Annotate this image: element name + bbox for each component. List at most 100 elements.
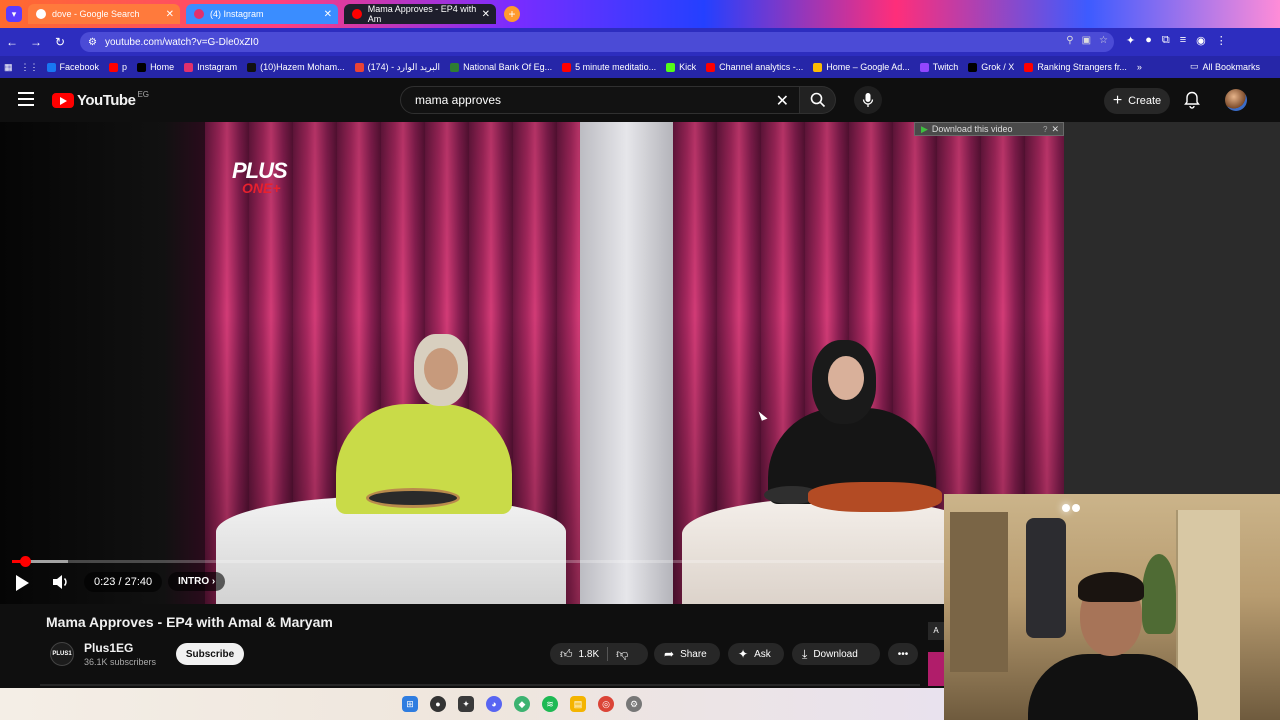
close-tab-icon[interactable]: ✕ [482, 9, 490, 20]
zoom-icon[interactable]: ⚲ [1066, 35, 1073, 46]
new-tab-button[interactable]: + [504, 6, 520, 22]
webcam-shelf [950, 512, 1008, 672]
tab-title: dove - Google Search [52, 9, 140, 19]
bookmark-star-icon[interactable]: ☆ [1099, 35, 1108, 46]
tab-instagram[interactable]: (4) Instagram ✕ [186, 4, 338, 24]
bookmark-item[interactable]: Twitch [919, 62, 958, 72]
chrome-icon[interactable]: ◎ [598, 696, 614, 712]
extension-circle-icon[interactable]: ● [1145, 34, 1152, 47]
browser-menu-icon[interactable]: ⋮ [1216, 34, 1227, 47]
close-overlay-icon[interactable]: ✕ [1051, 124, 1059, 135]
side-panel-tag[interactable]: A [928, 622, 944, 640]
bookmark-item[interactable]: Home – Google Ad... [813, 62, 910, 72]
youtube-logo[interactable]: YouTube EG [52, 90, 149, 109]
folder-icon: ▭ [1189, 61, 1199, 71]
search-button[interactable] [800, 86, 836, 114]
bookmark-item[interactable]: National Bank Of Eg... [450, 62, 552, 72]
channel-avatar[interactable]: PLUS1 [50, 642, 74, 666]
video-title: Mama Approves - EP4 with Amal & Maryam [46, 614, 333, 630]
bookmark-item[interactable]: Grok / X [968, 62, 1014, 72]
media-control-icon[interactable]: ≡ [1180, 34, 1186, 47]
url-text: youtube.com/watch?v=G-Dle0xZI0 [104, 36, 259, 48]
install-app-icon[interactable]: ▣ [1082, 35, 1091, 46]
app-green-icon[interactable]: ◆ [514, 696, 530, 712]
bookmark-item[interactable]: (10)Hazem Moham... [247, 62, 345, 72]
download-button[interactable]: ⤓ Download [792, 643, 880, 665]
profile-icon[interactable]: ◉ [1196, 34, 1206, 47]
bookmark-item[interactable]: Instagram [184, 62, 237, 72]
tab-title: Mama Approves - EP4 with Am [367, 4, 477, 24]
share-button[interactable]: ➦ Share [654, 643, 720, 665]
bookmark-item[interactable]: 5 minute meditatio... [562, 62, 656, 72]
channel-name[interactable]: Plus1EG [84, 641, 133, 655]
tab-groups-icon[interactable]: ▦ [4, 62, 13, 73]
extensions-area: ✦ ● ⧉ ≡ ◉ ⋮ [1126, 34, 1227, 47]
bookmarks-overflow-icon[interactable]: » [1137, 62, 1142, 72]
bookmark-item[interactable]: Facebook [46, 62, 99, 72]
download-video-overlay[interactable]: ▶ Download this video ? ✕ [914, 122, 1064, 136]
account-avatar[interactable] [1225, 89, 1247, 111]
chapter-button[interactable]: INTRO › [168, 572, 226, 591]
search-icon [810, 92, 825, 108]
apps-grid-icon[interactable]: ⋮⋮ [21, 62, 39, 73]
reload-icon[interactable]: ↻ [48, 35, 72, 49]
site-info-icon[interactable]: ⚙ [88, 37, 97, 48]
bookmark-item[interactable]: (174) - البريد الوارد [354, 62, 440, 73]
extension-pin-icon[interactable]: ✦ [1126, 34, 1135, 47]
bookmark-item[interactable]: Ranking Strangers fr... [1024, 62, 1127, 72]
windows-start-icon[interactable]: ⊞ [402, 696, 418, 712]
sparkle-icon: ✦ [738, 647, 749, 661]
like-icon[interactable]: 👍︎ [560, 647, 573, 662]
tab-youtube-active[interactable]: Mama Approves - EP4 with Am ✕ [344, 4, 496, 24]
progress-bar[interactable] [12, 556, 944, 567]
bookmarks-bar: ▦ ⋮⋮ Facebook p Home Instagram (10)Hazem… [0, 56, 1280, 78]
clear-search-icon[interactable]: ✕ [776, 91, 789, 111]
subscribe-button[interactable]: Subscribe [176, 643, 244, 665]
create-button[interactable]: + Create [1104, 88, 1170, 114]
like-count[interactable]: 1.8K [579, 649, 600, 660]
instagram-favicon-icon [194, 9, 204, 19]
close-tab-icon[interactable]: ✕ [324, 9, 332, 20]
bookmark-item[interactable]: Kick [666, 62, 696, 72]
tab-google-search[interactable]: dove - Google Search ✕ [28, 4, 180, 24]
subscriber-count: 36.1K subscribers [84, 657, 157, 667]
settings-gear-icon[interactable]: ⚙ [626, 696, 642, 712]
discord-icon[interactable]: ◕ [486, 696, 502, 712]
video-frame-plate-left [366, 488, 460, 508]
webcam-lamp [1062, 504, 1070, 512]
file-explorer-icon[interactable]: ▤ [570, 696, 586, 712]
side-thumbnail[interactable] [928, 652, 944, 686]
time-display: 0:23 / 27:40 [84, 572, 163, 592]
player-side-area [1064, 122, 1280, 494]
play-button[interactable] [16, 575, 29, 591]
progress-scrubber[interactable] [20, 556, 31, 567]
bookmark-item[interactable]: Home [137, 62, 174, 72]
extensions-puzzle-icon[interactable]: ⧉ [1162, 34, 1170, 47]
description-box-edge [40, 684, 920, 686]
close-tab-icon[interactable]: ✕ [166, 9, 174, 20]
spotify-icon[interactable]: ≋ [542, 696, 558, 712]
search-input[interactable]: mama approves ✕ [400, 86, 800, 114]
ask-button[interactable]: ✦ Ask [728, 643, 784, 665]
all-bookmarks-button[interactable]: ▭ All Bookmarks [1190, 61, 1260, 72]
help-icon[interactable]: ? [1043, 125, 1047, 134]
address-bar[interactable]: ⚙ youtube.com/watch?v=G-Dle0xZI0 ⚲ ▣ ☆ [80, 32, 1114, 52]
tab-title: (4) Instagram [210, 9, 264, 19]
voice-search-button[interactable] [854, 86, 882, 114]
guide-menu-icon[interactable] [18, 92, 34, 106]
volume-icon[interactable] [52, 574, 70, 590]
tab-search-button[interactable]: ▾ [6, 6, 22, 22]
app-launcher-icon[interactable]: ✦ [458, 696, 474, 712]
back-arrow-icon[interactable]: ← [0, 35, 24, 49]
dislike-icon[interactable]: 👎︎ [616, 647, 628, 662]
plus-icon: + [1112, 92, 1123, 109]
video-frame-table-right [682, 498, 982, 604]
bookmark-item[interactable]: Channel analytics -... [706, 62, 803, 72]
more-actions-button[interactable]: ••• [888, 643, 918, 665]
forward-arrow-icon[interactable]: → [24, 35, 48, 49]
bookmark-item[interactable]: p [109, 62, 127, 72]
webcam-streamer-body [1028, 654, 1198, 720]
app-circle-icon[interactable]: ● [430, 696, 446, 712]
video-player[interactable]: PLUS ONE+ [0, 122, 1064, 604]
notifications-bell-icon[interactable] [1184, 91, 1200, 109]
